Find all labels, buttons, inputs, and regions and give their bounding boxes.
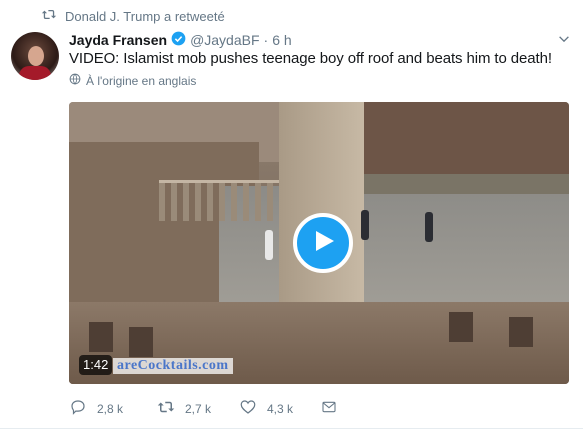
like-button[interactable]: 4,3 k [239, 398, 321, 419]
tweet-header: Jayda Fransen @JaydaBF · 6 h [69, 31, 292, 49]
divider [0, 428, 583, 429]
video-duration: 1:42 [79, 355, 113, 375]
retweet-icon [41, 8, 57, 24]
play-icon [310, 229, 336, 258]
play-button[interactable] [293, 213, 353, 273]
globe-icon [69, 73, 81, 88]
tweet-text: VIDEO: Islamist mob pushes teenage boy o… [69, 50, 552, 67]
verified-badge-icon [171, 31, 186, 49]
reply-button[interactable]: 2,8 k [69, 398, 157, 419]
reply-count: 2,8 k [97, 401, 124, 416]
envelope-icon [321, 399, 337, 418]
translation-label: À l'origine en anglais [86, 73, 197, 88]
retweet-count: 2,7 k [185, 401, 212, 416]
reply-icon [69, 398, 87, 419]
video-player[interactable]: areCocktails.com 1:42 [69, 102, 569, 384]
heart-icon [239, 398, 257, 419]
retweet-button[interactable]: 2,7 k [157, 398, 239, 419]
translation-link[interactable]: À l'origine en anglais [69, 73, 196, 88]
author-name[interactable]: Jayda Fransen [69, 32, 167, 48]
author-handle[interactable]: @JaydaBF [190, 32, 259, 48]
video-watermark: areCocktails.com [113, 358, 233, 374]
chevron-down-icon[interactable] [557, 32, 571, 46]
avatar[interactable] [11, 32, 59, 80]
separator: · [263, 32, 269, 48]
retweet-icon [157, 398, 175, 419]
direct-message-button[interactable] [321, 399, 337, 418]
retweet-context-label: Donald J. Trump a retweeté [65, 8, 225, 24]
like-count: 4,3 k [267, 401, 294, 416]
retweet-context[interactable]: Donald J. Trump a retweeté [41, 6, 225, 26]
tweet-actions: 2,8 k 2,7 k 4,3 k [69, 398, 337, 419]
timestamp[interactable]: 6 h [272, 32, 291, 48]
